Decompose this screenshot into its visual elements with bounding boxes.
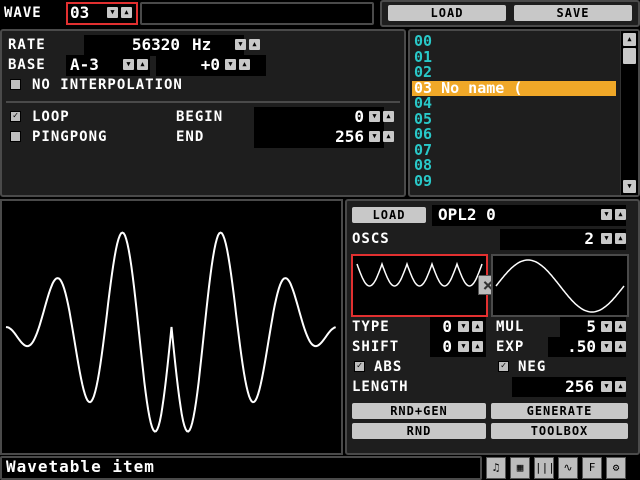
base-label: BASE xyxy=(8,57,46,73)
base-offset-value: +0 xyxy=(200,55,220,74)
abs-label: ABS xyxy=(374,359,403,375)
exp-label: EXP xyxy=(496,339,525,355)
mul-value: 5 xyxy=(586,317,596,336)
exp-up-arrow-icon[interactable]: ▲ xyxy=(615,341,626,352)
base-offset-up-arrow-icon[interactable]: ▲ xyxy=(239,59,250,70)
oscs-value: 2 xyxy=(584,229,594,248)
begin-label: BEGIN xyxy=(176,109,224,125)
fx-icon[interactable]: F xyxy=(582,457,602,479)
waveform-icon[interactable]: ∿ xyxy=(558,457,578,479)
base-note-down-arrow-icon[interactable]: ▼ xyxy=(123,59,134,70)
neg-checkbox[interactable]: ✓ xyxy=(498,361,509,372)
begin-value: 0 xyxy=(354,107,364,126)
oscillator-1-svg xyxy=(356,261,483,287)
begin-up-arrow-icon[interactable]: ▲ xyxy=(383,111,394,122)
rnd-button[interactable]: RND xyxy=(352,423,486,439)
wave-list-item[interactable]: 09 xyxy=(412,173,616,190)
oscillator-2-svg xyxy=(495,259,625,313)
oscillator-2-wave xyxy=(495,259,625,313)
no-interpolation-checkbox[interactable] xyxy=(10,79,21,90)
wave-list-item[interactable]: 05 xyxy=(412,111,616,128)
abs-checkbox[interactable]: ✓ xyxy=(354,361,365,372)
mul-up-arrow-icon[interactable]: ▲ xyxy=(615,321,626,332)
wave-down-arrow-icon[interactable]: ▼ xyxy=(107,7,118,18)
wave-list-item[interactable]: 01 xyxy=(412,49,616,66)
mul-down-arrow-icon[interactable]: ▼ xyxy=(601,321,612,332)
bars-icon[interactable]: ||| xyxy=(534,457,555,479)
wave-number-value: 03 xyxy=(70,3,90,22)
base-note-up-arrow-icon[interactable]: ▲ xyxy=(137,59,148,70)
rate-up-arrow-icon[interactable]: ▲ xyxy=(249,39,260,50)
wave-label: WAVE xyxy=(4,5,42,21)
wave-list: 00 01 02 03 No name (04 05 06 07 08 09 xyxy=(412,34,616,192)
oscs-label: OSCS xyxy=(352,231,390,247)
begin-down-arrow-icon[interactable]: ▼ xyxy=(369,111,380,122)
status-text: Wavetable item xyxy=(6,457,155,476)
rate-unit: Hz xyxy=(192,35,212,54)
wave-list-item[interactable]: 00 xyxy=(412,34,616,50)
wave-list-item[interactable]: 06 xyxy=(412,126,616,143)
save-wave-button[interactable]: SAVE xyxy=(514,5,632,21)
length-down-arrow-icon[interactable]: ▼ xyxy=(601,381,612,392)
base-offset-down-arrow-icon[interactable]: ▼ xyxy=(225,59,236,70)
type-value: 0 xyxy=(442,317,452,336)
wave-list-item[interactable]: 04 xyxy=(412,95,616,112)
type-label: TYPE xyxy=(352,319,390,335)
end-down-arrow-icon[interactable]: ▼ xyxy=(369,131,380,142)
scrollbar-up-icon[interactable]: ▲ xyxy=(623,33,636,46)
music-note-icon[interactable]: ♫ xyxy=(486,457,506,479)
waveform-display[interactable] xyxy=(0,199,343,455)
wrench-icon[interactable]: ⚙ xyxy=(606,457,626,479)
end-value: 256 xyxy=(335,127,364,146)
end-label: END xyxy=(176,129,205,145)
rate-label: RATE xyxy=(8,37,46,53)
params-divider xyxy=(6,101,400,103)
shift-up-arrow-icon[interactable]: ▲ xyxy=(472,341,483,352)
preset-up-arrow-icon[interactable]: ▲ xyxy=(615,209,626,220)
oscillator-1-wave xyxy=(356,261,483,287)
rate-value: 56320 xyxy=(131,35,180,54)
generator-load-button[interactable]: LOAD xyxy=(352,207,426,223)
type-up-arrow-icon[interactable]: ▲ xyxy=(472,321,483,332)
type-down-arrow-icon[interactable]: ▼ xyxy=(458,321,469,332)
wave-list-item[interactable]: 08 xyxy=(412,157,616,174)
shift-down-arrow-icon[interactable]: ▼ xyxy=(458,341,469,352)
pingpong-label: PINGPONG xyxy=(32,129,108,145)
shift-label: SHIFT xyxy=(352,339,400,355)
mul-label: MUL xyxy=(496,319,525,335)
no-interpolation-label: NO INTERPOLATION xyxy=(32,77,183,93)
grid-icon[interactable]: ▦ xyxy=(510,457,530,479)
shift-value: 0 xyxy=(442,337,452,356)
base-note-value: A-3 xyxy=(70,55,99,74)
wave-list-item[interactable]: 07 xyxy=(412,142,616,159)
preset-down-arrow-icon[interactable]: ▼ xyxy=(601,209,612,220)
oscillator-2-preview[interactable] xyxy=(491,254,629,317)
oscillator-1-preview[interactable] xyxy=(351,254,488,317)
wave-list-item[interactable]: 03 No name ( xyxy=(412,80,616,96)
length-label: LENGTH xyxy=(352,379,409,395)
waveform-svg xyxy=(5,231,336,433)
preset-value: OPL2 0 xyxy=(438,205,496,224)
length-value: 256 xyxy=(565,377,594,396)
rate-down-arrow-icon[interactable]: ▼ xyxy=(235,39,246,50)
scrollbar-thumb[interactable] xyxy=(623,48,636,64)
wave-name-field[interactable] xyxy=(140,2,374,25)
wave-up-arrow-icon[interactable]: ▲ xyxy=(121,7,132,18)
waveform-line xyxy=(5,231,336,433)
oscs-up-arrow-icon[interactable]: ▲ xyxy=(615,233,626,244)
generate-button[interactable]: GENERATE xyxy=(491,403,628,419)
load-wave-button[interactable]: LOAD xyxy=(388,5,506,21)
rnd-gen-button[interactable]: RND+GEN xyxy=(352,403,486,419)
pingpong-checkbox[interactable] xyxy=(10,131,21,142)
exp-down-arrow-icon[interactable]: ▼ xyxy=(601,341,612,352)
exp-value: .50 xyxy=(567,337,596,356)
neg-label: NEG xyxy=(518,359,547,375)
oscs-down-arrow-icon[interactable]: ▼ xyxy=(601,233,612,244)
length-up-arrow-icon[interactable]: ▲ xyxy=(615,381,626,392)
loop-checkbox[interactable]: ✓ xyxy=(10,111,21,122)
scrollbar-down-icon[interactable]: ▼ xyxy=(623,180,636,193)
toolbox-button[interactable]: TOOLBOX xyxy=(491,423,628,439)
loop-label: LOOP xyxy=(32,109,70,125)
end-up-arrow-icon[interactable]: ▲ xyxy=(383,131,394,142)
